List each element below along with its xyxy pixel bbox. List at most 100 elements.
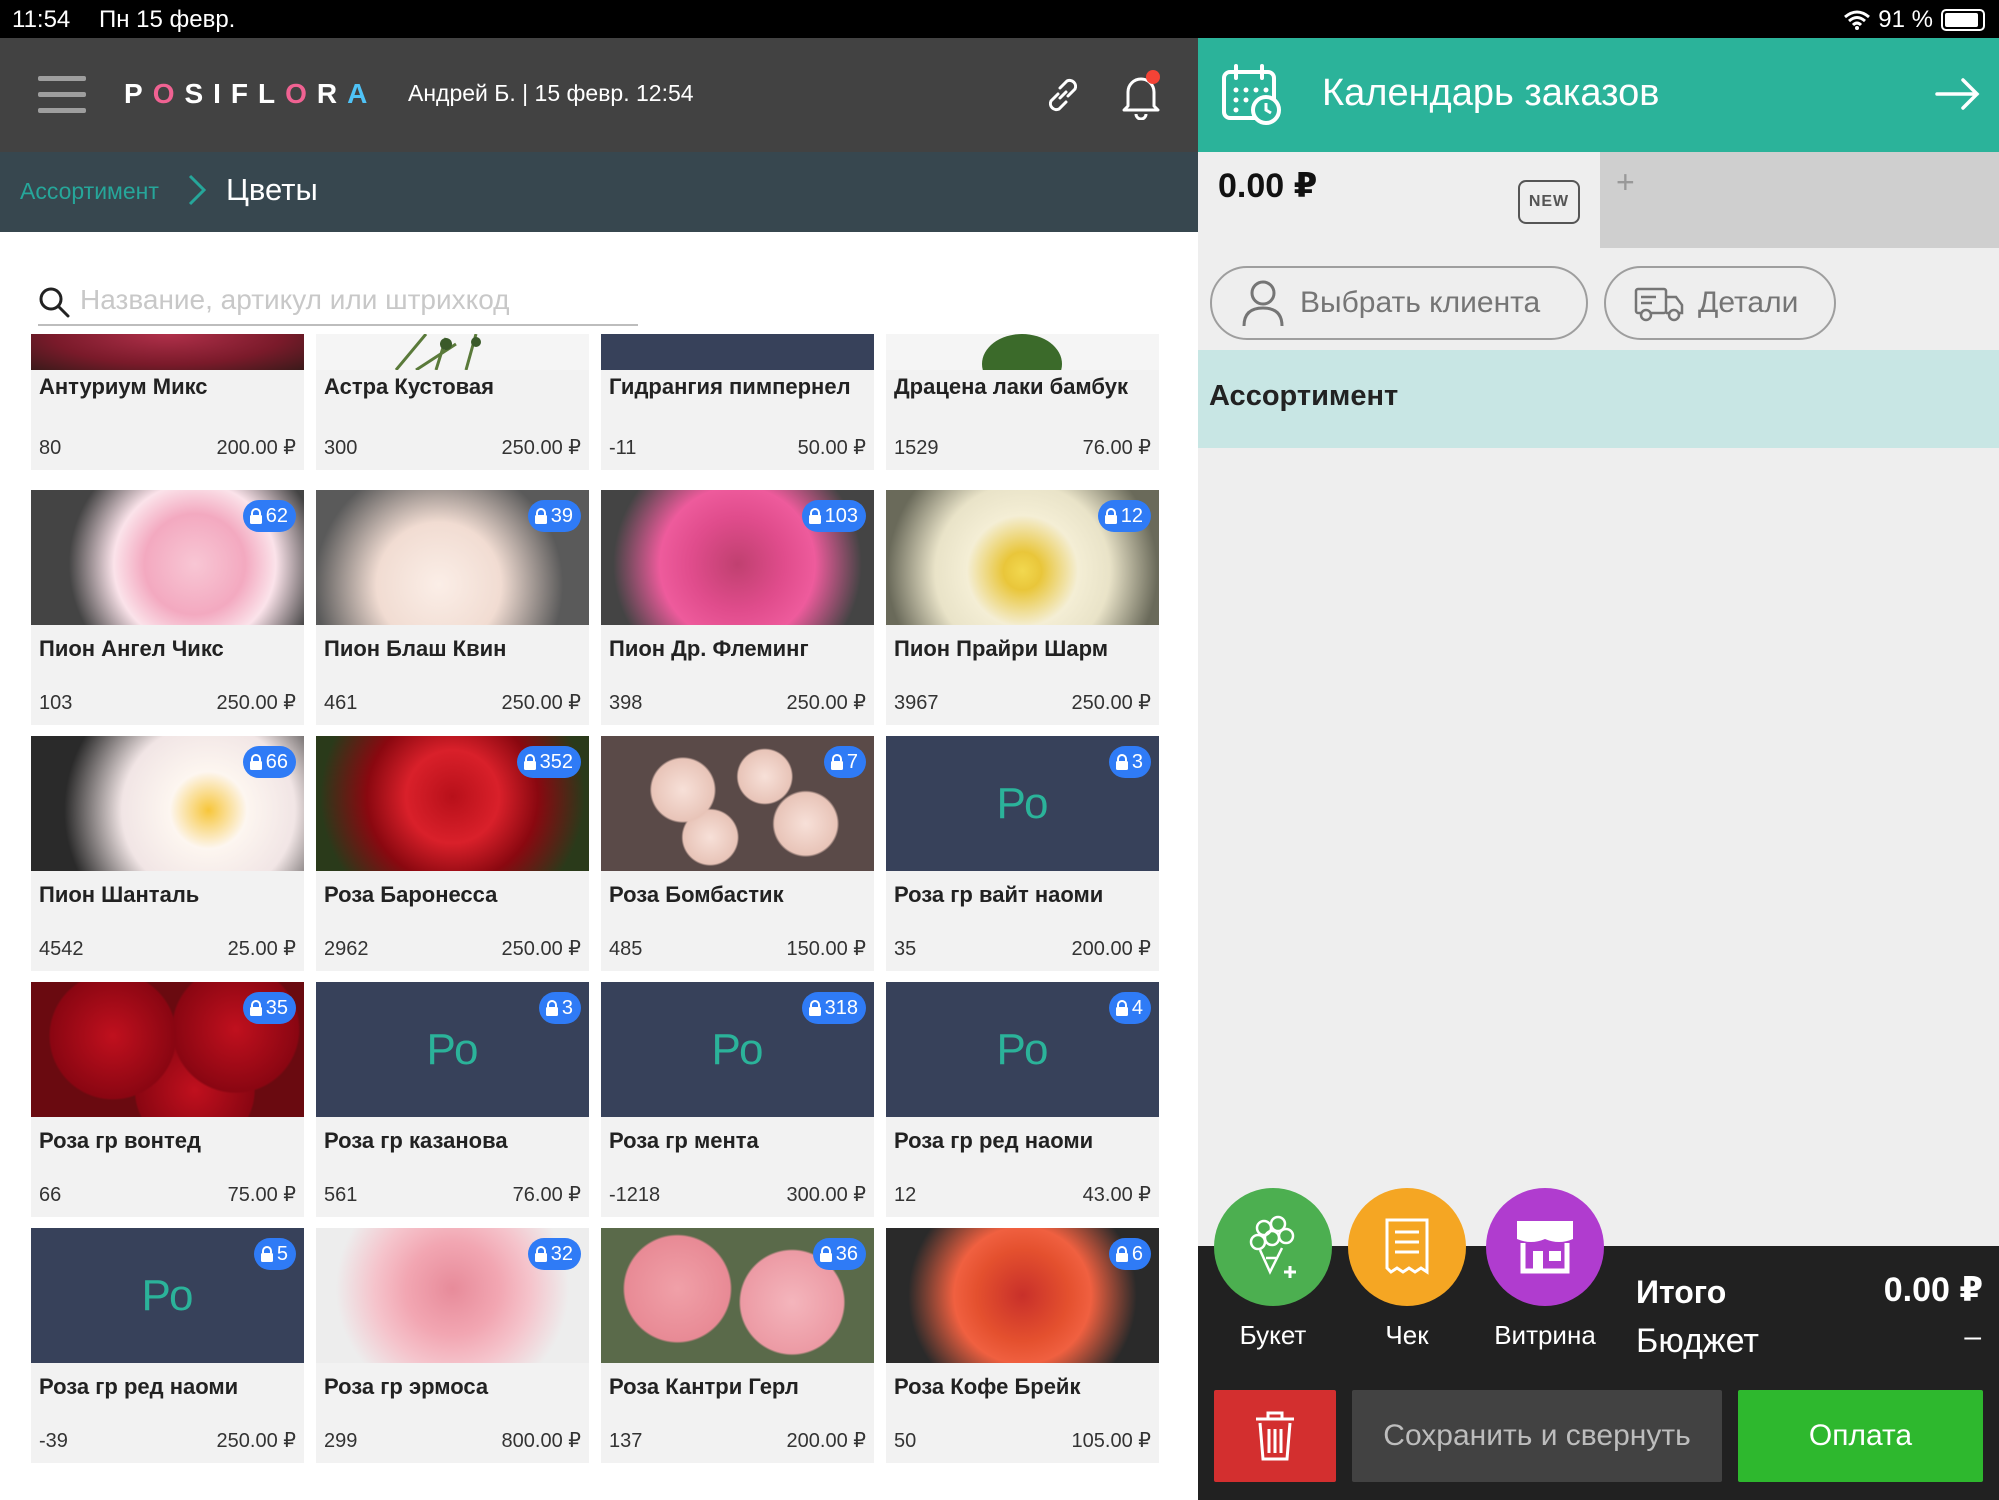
receipt-icon xyxy=(1385,1218,1429,1275)
product-card[interactable]: 12 Пион Прайри Шарм 3967 250.00 ₽ xyxy=(886,490,1159,725)
product-quantity: 485 xyxy=(609,938,643,960)
lock-icon xyxy=(808,508,821,524)
product-quantity: 461 xyxy=(324,692,358,714)
budget-label: Бюджет xyxy=(1636,1322,1760,1360)
product-placeholder-text: Ро xyxy=(996,1024,1049,1074)
lock-icon xyxy=(534,1246,547,1262)
product-placeholder-text: Ро xyxy=(996,778,1049,828)
stock-badge-count: 3 xyxy=(561,996,573,1019)
product-card[interactable]: 62 Пион Ангел Чикс 103 250.00 ₽ xyxy=(31,490,304,725)
bouquet-label: Букет xyxy=(1239,1320,1307,1350)
product-quantity: 4542 xyxy=(39,938,84,960)
product-card[interactable]: 36 Роза Кантри Герл 137 200.00 ₽ xyxy=(601,1228,874,1463)
product-name: Роза гр вайт наоми xyxy=(894,882,1104,907)
delivery-truck-icon xyxy=(1634,287,1684,322)
product-card[interactable]: 352 Роза Баронесса 2962 250.00 ₽ xyxy=(316,736,589,971)
order-calendar-header[interactable]: Календарь заказов xyxy=(1198,38,1999,152)
budget-value: – xyxy=(1964,1320,1981,1353)
pay-button[interactable]: Оплата xyxy=(1738,1390,1983,1482)
product-placeholder-text: Ро xyxy=(141,1270,194,1320)
status-time: 11:54 xyxy=(12,6,71,33)
bouquet-button[interactable]: Букет xyxy=(1214,1188,1332,1351)
product-name: Роза Бомбастик xyxy=(609,882,784,907)
product-quantity: 299 xyxy=(324,1430,358,1452)
product-price: 250.00 ₽ xyxy=(786,692,866,714)
stock-badge-count: 103 xyxy=(824,504,858,527)
product-quantity: 50 xyxy=(894,1430,917,1452)
product-price: 800.00 ₽ xyxy=(501,1430,581,1452)
product-card[interactable]: Ро 3 Роза гр казанова 561 76.00 ₽ xyxy=(316,982,589,1217)
lock-icon xyxy=(545,1000,558,1016)
breadcrumb-assortment[interactable]: Ассортимент xyxy=(20,178,159,205)
search-input[interactable] xyxy=(80,280,630,320)
menu-icon[interactable] xyxy=(38,76,86,114)
page-title: Цветы xyxy=(226,172,318,207)
stock-badge-count: 35 xyxy=(265,996,288,1019)
stock-badge-count: 66 xyxy=(265,750,288,773)
product-card[interactable]: Гидрангия пимпернел -11 50.00 ₽ xyxy=(601,334,874,470)
product-card[interactable]: Антуриум Микс 80 200.00 ₽ xyxy=(31,334,304,470)
chevron-right-icon xyxy=(188,174,207,206)
product-quantity: 80 xyxy=(39,437,62,459)
product-quantity: 103 xyxy=(39,692,73,714)
breadcrumb: Ассортимент Цветы xyxy=(0,152,1198,232)
product-card[interactable]: 66 Пион Шанталь 4542 25.00 ₽ xyxy=(31,736,304,971)
product-name: Пион Др. Флеминг xyxy=(609,636,809,661)
product-name: Гидрангия пимпернел xyxy=(609,374,851,399)
stock-badge: 103 xyxy=(801,500,866,532)
product-name: Роза Баронесса xyxy=(324,882,498,907)
details-label: Детали xyxy=(1698,286,1799,319)
lock-icon xyxy=(830,754,843,770)
product-placeholder-text: Ро xyxy=(711,1024,764,1074)
product-quantity: 137 xyxy=(609,1430,643,1452)
product-price: 76.00 ₽ xyxy=(512,1184,581,1206)
stock-badge: 35 xyxy=(242,992,296,1024)
product-price: 105.00 ₽ xyxy=(1071,1430,1151,1452)
product-name: Роза гр мента xyxy=(609,1128,759,1153)
product-card[interactable]: Ро 3 Роза гр вайт наоми 35 200.00 ₽ xyxy=(886,736,1159,971)
battery-icon xyxy=(1941,9,1985,31)
showcase-button[interactable]: Витрина xyxy=(1480,1188,1610,1351)
product-name: Антуриум Микс xyxy=(39,374,208,399)
product-card[interactable]: 39 Пион Блаш Квин 461 250.00 ₽ xyxy=(316,490,589,725)
product-card[interactable]: 6 Роза Кофе Брейк 50 105.00 ₽ xyxy=(886,1228,1159,1463)
arrow-right-icon[interactable] xyxy=(1935,76,1981,112)
stock-badge: 4 xyxy=(1108,992,1151,1024)
lock-icon xyxy=(249,1000,262,1016)
product-card[interactable]: 32 Роза гр эрмоса 299 800.00 ₽ xyxy=(316,1228,589,1463)
stock-badge-count: 6 xyxy=(1131,1242,1143,1265)
receipt-button[interactable]: Чек xyxy=(1348,1188,1466,1351)
calendar-clock-icon xyxy=(1222,64,1281,125)
choose-client-button[interactable]: Выбрать клиента xyxy=(1210,266,1588,340)
stock-badge-count: 62 xyxy=(265,504,288,527)
product-card[interactable]: Ро 318 Роза гр мента -1218 300.00 ₽ xyxy=(601,982,874,1217)
product-card[interactable]: 35 Роза гр вонтед 66 75.00 ₽ xyxy=(31,982,304,1217)
product-card[interactable]: Драцена лаки бамбук 1529 76.00 ₽ xyxy=(886,334,1159,470)
link-icon[interactable] xyxy=(1040,72,1086,118)
bouquet-add-icon xyxy=(1249,1215,1296,1278)
product-name: Пион Шанталь xyxy=(39,882,200,907)
delete-order-button[interactable] xyxy=(1214,1390,1336,1482)
stock-badge-count: 39 xyxy=(550,504,573,527)
product-price: 250.00 ₽ xyxy=(501,938,581,960)
product-card[interactable]: Астра Кустовая 300 250.00 ₽ xyxy=(316,334,589,470)
product-quantity: 398 xyxy=(609,692,643,714)
catalog-panel: POSIFLORA Андрей Б. | 15 февр. 12:54 Асс… xyxy=(0,38,1198,1500)
add-order-tab[interactable]: + xyxy=(1616,164,1635,201)
product-image xyxy=(601,334,874,370)
product-card[interactable]: Ро 5 Роза гр ред наоми -39 250.00 ₽ xyxy=(31,1228,304,1463)
product-quantity: -11 xyxy=(609,437,637,459)
product-quantity: 3967 xyxy=(894,692,939,714)
details-button[interactable]: Детали xyxy=(1604,266,1836,340)
save-and-minimize-button[interactable]: Сохранить и свернуть xyxy=(1352,1390,1722,1482)
order-tab-current[interactable]: 0.00 ₽ NEW xyxy=(1198,152,1600,248)
product-card[interactable]: 103 Пион Др. Флеминг 398 250.00 ₽ xyxy=(601,490,874,725)
product-quantity: 561 xyxy=(324,1184,358,1206)
lock-icon xyxy=(1115,1000,1128,1016)
product-card[interactable]: Ро 4 Роза гр ред наоми 12 43.00 ₽ xyxy=(886,982,1159,1217)
assortment-section-title: Ассортимент xyxy=(1209,380,1399,412)
user-info: Андрей Б. | 15 февр. 12:54 xyxy=(408,80,694,106)
product-card[interactable]: 7 Роза Бомбастик 485 150.00 ₽ xyxy=(601,736,874,971)
product-price: 250.00 ₽ xyxy=(1071,692,1151,714)
bell-icon[interactable] xyxy=(1118,70,1164,121)
